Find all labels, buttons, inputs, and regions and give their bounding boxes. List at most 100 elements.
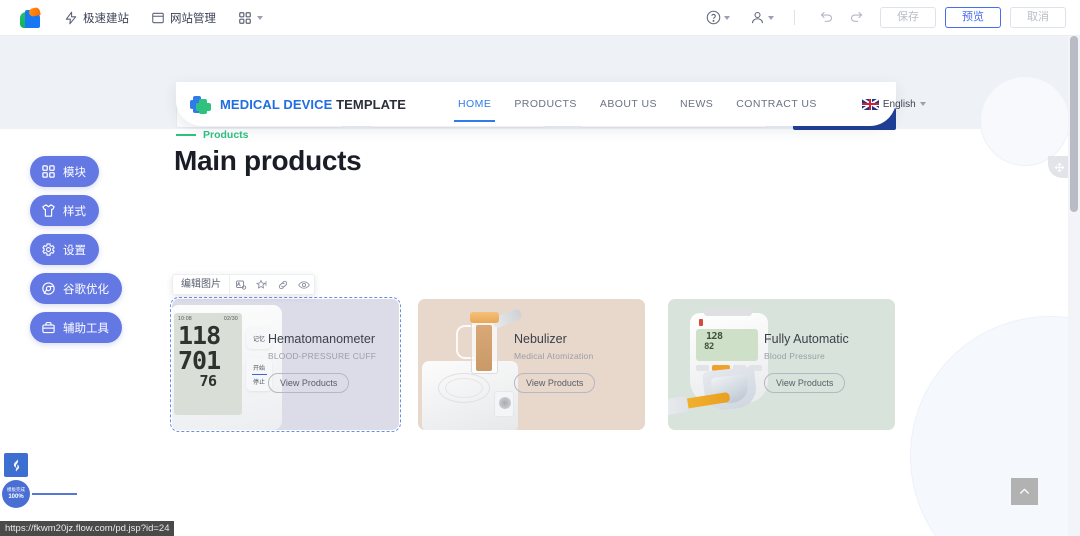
product-title: Fully Automatic xyxy=(764,332,849,346)
toolbar-divider xyxy=(794,10,795,25)
decorative-circle-bottom xyxy=(910,316,1080,536)
bp-key-separator xyxy=(251,373,267,376)
sidebar-item-modules-label: 模块 xyxy=(63,166,86,179)
editor-top-bar: 极速建站 网站管理 保存 预览 取消 xyxy=(0,0,1080,36)
product-card-hematomanometer[interactable]: 10:08 02/30 118 701 76 记忆 开始 停止 Hematoma… xyxy=(170,297,401,432)
back-to-top-button[interactable] xyxy=(1011,478,1038,505)
status-bar-url: https://fkwm20jz.flow.com/pd.jsp?id=24 xyxy=(0,521,175,536)
bp-stop-label: 停止 xyxy=(252,380,265,387)
editor-left-rail: 模块 样式 设置 谷歌优化 辅助工具 xyxy=(30,156,140,351)
site-title: MEDICAL DEVICE TEMPLATE xyxy=(220,97,406,112)
toolbox-icon xyxy=(41,320,56,335)
nav-item-about-us[interactable]: ABOUT US xyxy=(600,82,657,126)
toolbar-item-apps[interactable] xyxy=(238,0,263,36)
medical-cross-icon xyxy=(190,94,211,115)
image-settings-icon[interactable] xyxy=(230,279,251,291)
account-button[interactable] xyxy=(750,10,774,25)
preview-button[interactable]: 预览 xyxy=(945,7,1001,28)
wrist-monitor-screen: 128 82 xyxy=(696,329,758,361)
bp-diastolic-value: 701 xyxy=(178,346,221,375)
bp-pulse-value: 76 xyxy=(199,372,217,390)
wrist-monitor-strap-clip xyxy=(668,395,690,417)
sidebar-item-google-optimization[interactable]: 谷歌优化 xyxy=(30,273,122,304)
sidebar-item-modules[interactable]: 模块 xyxy=(30,156,99,187)
nebulizer-ring-inner xyxy=(445,378,483,398)
apps-grid-icon xyxy=(238,11,252,25)
page-scrollbar[interactable] xyxy=(1068,4,1080,536)
canvas-move-handle[interactable] xyxy=(1048,156,1070,178)
window-icon xyxy=(151,11,165,25)
completion-badge[interactable]: 模板完成 100% xyxy=(2,480,30,508)
sidebar-item-settings[interactable]: 设置 xyxy=(30,234,99,265)
wrist-monitor-indicator xyxy=(699,319,703,326)
uk-flag-icon xyxy=(861,98,879,110)
scrollbar-thumb[interactable] xyxy=(1070,36,1078,212)
eye-preview-icon[interactable] xyxy=(293,279,314,291)
chrome-seo-icon xyxy=(41,281,56,296)
help-button[interactable] xyxy=(706,10,730,25)
edit-image-button[interactable]: 编辑图片 xyxy=(173,275,230,294)
toolbar-item-quick-build[interactable]: 极速建站 xyxy=(64,0,129,36)
view-products-button[interactable]: View Products xyxy=(268,373,350,393)
product-card-text: Hematomanometer BLOOD-PRESSURE CUFF View… xyxy=(268,332,386,393)
product-title: Hematomanometer xyxy=(268,332,375,346)
product-subtitle: Medical Atomization xyxy=(514,351,594,361)
completion-badge-label: 模板完成 xyxy=(7,487,25,493)
wrist-monitor-top-tab xyxy=(704,309,752,316)
site-title-secondary: TEMPLATE xyxy=(336,96,407,112)
grid-modules-icon xyxy=(41,164,56,179)
site-builder-logo[interactable] xyxy=(20,6,42,29)
undo-arrow-icon xyxy=(811,10,841,25)
gear-settings-icon xyxy=(41,242,56,257)
nebulizer-cap xyxy=(470,312,499,323)
nebulizer-liquid xyxy=(476,325,492,371)
bp-screen-date: 02/30 xyxy=(223,316,238,322)
eyebrow-label: Products xyxy=(203,129,249,141)
chevron-down-icon xyxy=(724,15,730,20)
nav-item-contract-us[interactable]: CONTRACT US xyxy=(736,82,817,126)
completion-badge-value: 100% xyxy=(8,493,24,500)
nav-item-products[interactable]: PRODUCTS xyxy=(514,82,577,126)
nav-item-home[interactable]: HOME xyxy=(453,82,496,126)
link-icon[interactable] xyxy=(272,279,293,291)
completion-progress-line xyxy=(32,493,77,495)
toolbar-item-quick-build-label: 极速建站 xyxy=(83,12,129,25)
bp-systolic-value: 118 xyxy=(178,321,221,350)
assistant-bubble-icon xyxy=(13,458,19,472)
sidebar-item-google-optimization-label: 谷歌优化 xyxy=(63,283,109,296)
language-selector[interactable]: English xyxy=(861,98,926,110)
arm-blood-pressure-monitor-image: 10:08 02/30 118 701 76 记忆 开始 停止 xyxy=(172,305,282,430)
user-icon xyxy=(750,10,765,25)
site-logo[interactable]: MEDICAL DEVICE TEMPLATE xyxy=(190,94,406,115)
language-label: English xyxy=(882,98,916,110)
product-card-nebulizer[interactable]: Nebulizer Medical Atomization View Produ… xyxy=(418,299,645,430)
product-card-fully-automatic[interactable]: 128 82 Fully Automatic Blood Pressure Vi… xyxy=(668,299,895,430)
view-products-button[interactable]: View Products xyxy=(764,373,846,393)
magic-star-icon[interactable] xyxy=(251,279,272,291)
decorative-circle-top xyxy=(980,76,1070,166)
undo-button[interactable] xyxy=(811,10,841,25)
site-header: MEDICAL DEVICE TEMPLATE HOME PRODUCTS AB… xyxy=(176,82,926,126)
view-products-button[interactable]: View Products xyxy=(514,373,596,393)
image-edit-toolbar: 编辑图片 xyxy=(172,274,315,295)
redo-button[interactable] xyxy=(841,10,871,25)
chevron-down-icon xyxy=(257,15,263,20)
toolbar-item-site-manage[interactable]: 网站管理 xyxy=(151,0,216,36)
nav-item-news[interactable]: NEWS xyxy=(680,82,713,126)
redo-arrow-icon xyxy=(841,10,871,25)
product-title: Nebulizer xyxy=(514,332,567,346)
cancel-button[interactable]: 取消 xyxy=(1010,7,1066,28)
eyebrow-dash xyxy=(176,134,196,136)
chevron-up-icon xyxy=(1020,488,1029,494)
sidebar-item-styles[interactable]: 样式 xyxy=(30,195,99,226)
nebulizer-base xyxy=(422,361,518,430)
help-circle-icon xyxy=(706,10,721,25)
toolbar-item-site-manage-label: 网站管理 xyxy=(170,12,216,25)
page-title: Main products xyxy=(174,145,362,176)
assistant-button[interactable] xyxy=(4,453,28,477)
save-button[interactable]: 保存 xyxy=(880,7,936,28)
site-title-primary: MEDICAL DEVICE xyxy=(220,96,333,112)
product-subtitle: BLOOD-PRESSURE CUFF xyxy=(268,351,377,361)
sidebar-item-tools[interactable]: 辅助工具 xyxy=(30,312,122,343)
lightning-icon xyxy=(64,11,78,25)
